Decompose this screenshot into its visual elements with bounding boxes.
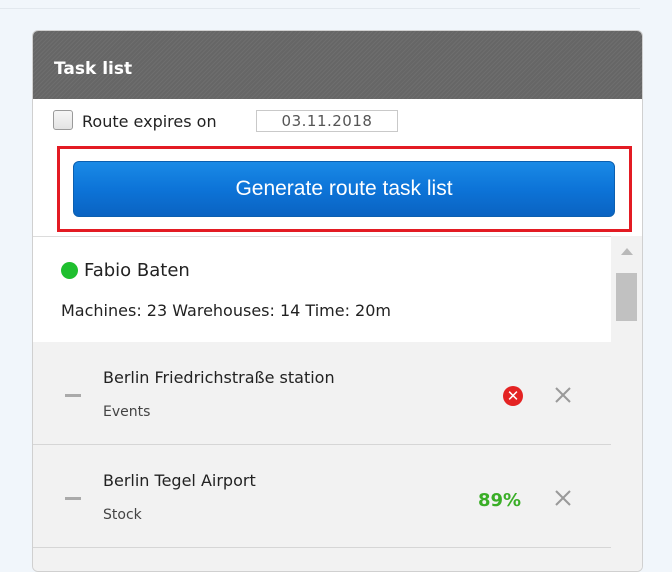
list-scrollbar[interactable]	[611, 236, 642, 571]
route-expires-checkbox[interactable]	[53, 110, 73, 130]
task-completion-percent: 89%	[478, 490, 522, 511]
online-status-icon	[61, 262, 78, 279]
task-subtitle: Stock	[103, 507, 142, 523]
drag-handle-icon[interactable]	[65, 497, 81, 500]
error-icon: ✕	[503, 386, 523, 406]
remove-task-icon[interactable]	[550, 485, 576, 511]
panel-title: Task list	[54, 59, 133, 79]
drag-handle-icon[interactable]	[65, 394, 81, 397]
panel-header: Task list	[33, 31, 642, 99]
generate-route-task-list-button[interactable]: Generate route task list	[73, 161, 615, 217]
remove-task-icon[interactable]	[550, 382, 576, 408]
task-list: Fabio Baten Machines: 23 Warehouses: 14 …	[33, 236, 642, 571]
task-title: Berlin Friedrichstraße station	[103, 368, 335, 387]
driver-card[interactable]: Fabio Baten Machines: 23 Warehouses: 14 …	[33, 236, 611, 344]
driver-name: Fabio Baten	[84, 260, 190, 281]
top-divider	[0, 8, 640, 9]
driver-stats: Machines: 23 Warehouses: 14 Time: 20m	[61, 301, 391, 320]
route-controls: Route expires on 03.11.2018 Generate rou…	[33, 99, 642, 236]
task-list-panel: Task list Route expires on 03.11.2018 Ge…	[32, 30, 643, 572]
scroll-up-arrow-icon[interactable]	[621, 248, 633, 255]
scroll-thumb[interactable]	[616, 273, 637, 321]
task-item[interactable]: Berlin Tegel Airport Stock 89%	[33, 445, 611, 548]
route-expires-label: Route expires on	[82, 112, 217, 131]
task-item[interactable]: Berlin Friedrichstraße station Events ✕	[33, 342, 611, 445]
task-title: Berlin Tegel Airport	[103, 471, 256, 490]
task-subtitle: Events	[103, 404, 151, 420]
route-expiry-date-input[interactable]: 03.11.2018	[256, 110, 398, 132]
